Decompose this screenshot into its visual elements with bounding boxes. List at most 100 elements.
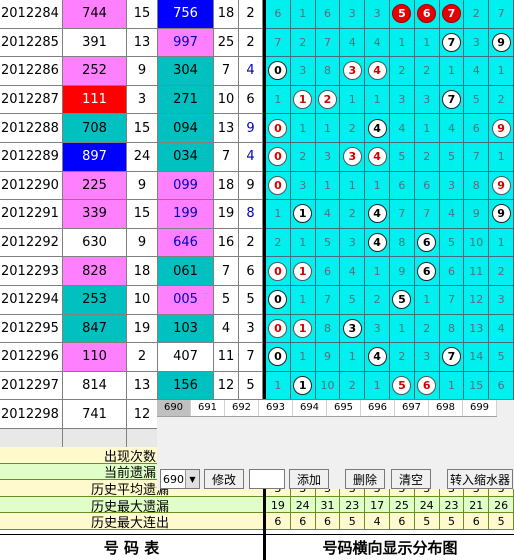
draw-number-cell: 407 bbox=[158, 343, 214, 372]
distribution-cell: 4 bbox=[365, 28, 390, 58]
distribution-cell: 1 bbox=[290, 286, 316, 315]
clear-button[interactable]: 清空 bbox=[391, 469, 431, 489]
trial-sum-cell: 9 bbox=[127, 57, 158, 86]
distribution-cell: 6 bbox=[439, 257, 465, 286]
trial-number-cell: 391 bbox=[63, 28, 127, 58]
number-ball: 9 bbox=[491, 32, 511, 52]
distribution-cell: 5 bbox=[464, 85, 490, 115]
distribution-cell: 1 bbox=[290, 343, 316, 372]
period-cell: 2012291 bbox=[0, 200, 63, 229]
number-ball: 1 bbox=[293, 376, 313, 396]
sum-value-cell: 19 bbox=[214, 200, 239, 229]
picker-number-item[interactable]: 699 bbox=[463, 400, 497, 416]
number-input[interactable] bbox=[249, 469, 285, 489]
sum-value-cell: 10 bbox=[214, 85, 239, 115]
distribution-cell: 1 bbox=[340, 171, 366, 201]
modify-button[interactable]: 修改 bbox=[204, 469, 244, 489]
sum-value-cell: 4 bbox=[214, 314, 239, 344]
delete-button[interactable]: 删除 bbox=[345, 469, 385, 489]
draw-number-cell: 646 bbox=[158, 228, 214, 258]
number-ball: 0 bbox=[268, 261, 288, 281]
distribution-cell: 4 bbox=[390, 114, 415, 143]
period-cell: 2012287 bbox=[0, 85, 63, 115]
picker-number-item[interactable]: 692 bbox=[225, 400, 259, 416]
trial-sum-cell: 13 bbox=[127, 28, 158, 58]
number-select[interactable]: 690 ▼ bbox=[160, 469, 200, 489]
number-ball: 7 bbox=[441, 90, 461, 110]
draw-number-cell: 005 bbox=[158, 286, 214, 315]
distribution-cell: 1 bbox=[439, 57, 465, 86]
distribution-cell: 3 bbox=[365, 314, 390, 344]
sum-value-cell: 18 bbox=[214, 171, 239, 201]
add-button[interactable]: 添加 bbox=[289, 469, 329, 489]
number-ball: 5 bbox=[392, 290, 412, 310]
number-ball: 0 bbox=[268, 147, 288, 167]
number-ball: 6 bbox=[417, 376, 437, 396]
number-ball: 2 bbox=[317, 90, 337, 110]
distribution-cell: 6 bbox=[390, 171, 415, 201]
distribution-cell: 2 bbox=[290, 143, 316, 172]
span-value-cell: 9 bbox=[239, 171, 263, 201]
number-ball: 4 bbox=[367, 61, 387, 81]
distribution-cell: 3 bbox=[439, 171, 465, 201]
distribution-cell: 3 bbox=[489, 286, 514, 315]
distribution-cell: 3 bbox=[414, 85, 440, 115]
distribution-cell: 6 bbox=[315, 257, 341, 286]
distribution-cell: 7 bbox=[439, 28, 465, 58]
stat-value-cell: 23 bbox=[440, 496, 465, 514]
stat-value-cell: 17 bbox=[365, 496, 390, 514]
distribution-cell: 3 bbox=[315, 143, 341, 172]
period-cell: 2012296 bbox=[0, 343, 63, 372]
picker-number-item[interactable]: 694 bbox=[293, 400, 327, 416]
picker-number-item[interactable]: 697 bbox=[395, 400, 429, 416]
picker-number-item[interactable]: 696 bbox=[361, 400, 395, 416]
distribution-cell: 14 bbox=[464, 343, 490, 372]
distribution-cell: 4 bbox=[489, 314, 514, 344]
picker-number-item[interactable]: 695 bbox=[327, 400, 361, 416]
number-ball: 6 bbox=[417, 261, 437, 281]
span-value-cell: 9 bbox=[239, 114, 263, 143]
picker-number-item[interactable]: 693 bbox=[259, 400, 293, 416]
distribution-cell: 3 bbox=[290, 57, 316, 86]
number-ball: 1 bbox=[293, 261, 313, 281]
distribution-cell: 1 bbox=[340, 85, 366, 115]
distribution-cell: 4 bbox=[340, 28, 366, 58]
convert-to-reducer-button[interactable]: 转入缩水器 bbox=[447, 469, 513, 489]
distribution-cell: 2 bbox=[340, 371, 366, 401]
distribution-cell: 3 bbox=[414, 343, 440, 372]
number-ball: 3 bbox=[342, 318, 362, 338]
number-ball: 0 bbox=[268, 61, 288, 81]
trial-sum-cell: 2 bbox=[127, 343, 158, 372]
distribution-cell: 0 bbox=[266, 314, 291, 344]
trial-sum-cell: 15 bbox=[127, 200, 158, 229]
period-cell: 2012295 bbox=[0, 314, 63, 344]
picker-number-item[interactable]: 698 bbox=[429, 400, 463, 416]
trial-number-cell: 110 bbox=[63, 343, 127, 372]
distribution-cell: 4 bbox=[365, 57, 390, 86]
draw-number-cell: 061 bbox=[158, 257, 214, 286]
distribution-cell: 8 bbox=[439, 314, 465, 344]
span-value-cell: 6 bbox=[239, 85, 263, 115]
distribution-cell: 1 bbox=[340, 343, 366, 372]
picker-number-item[interactable]: 690 bbox=[157, 400, 191, 416]
distribution-cell: 3 bbox=[365, 0, 390, 29]
distribution-cell: 2 bbox=[266, 228, 291, 258]
span-value-cell: 6 bbox=[239, 257, 263, 286]
stat-value-cell: 6 bbox=[291, 513, 316, 530]
trial-sum-cell: 18 bbox=[127, 257, 158, 286]
distribution-cell: 13 bbox=[464, 314, 490, 344]
distribution-cell: 8 bbox=[464, 171, 490, 201]
chevron-down-icon[interactable]: ▼ bbox=[185, 470, 199, 488]
distribution-cell: 5 bbox=[390, 371, 415, 401]
distribution-cell: 2 bbox=[340, 200, 366, 229]
distribution-cell: 1 bbox=[290, 371, 316, 401]
trial-sum-cell: 19 bbox=[127, 314, 158, 344]
trial-number-cell: 225 bbox=[63, 171, 127, 201]
period-cell: 2012286 bbox=[0, 57, 63, 86]
trial-sum-cell: 12 bbox=[127, 400, 158, 429]
distribution-cell: 7 bbox=[315, 28, 341, 58]
period-cell: 2012293 bbox=[0, 257, 63, 286]
distribution-cell: 5 bbox=[439, 228, 465, 258]
distribution-cell: 1 bbox=[390, 28, 415, 58]
picker-number-item[interactable]: 691 bbox=[191, 400, 225, 416]
